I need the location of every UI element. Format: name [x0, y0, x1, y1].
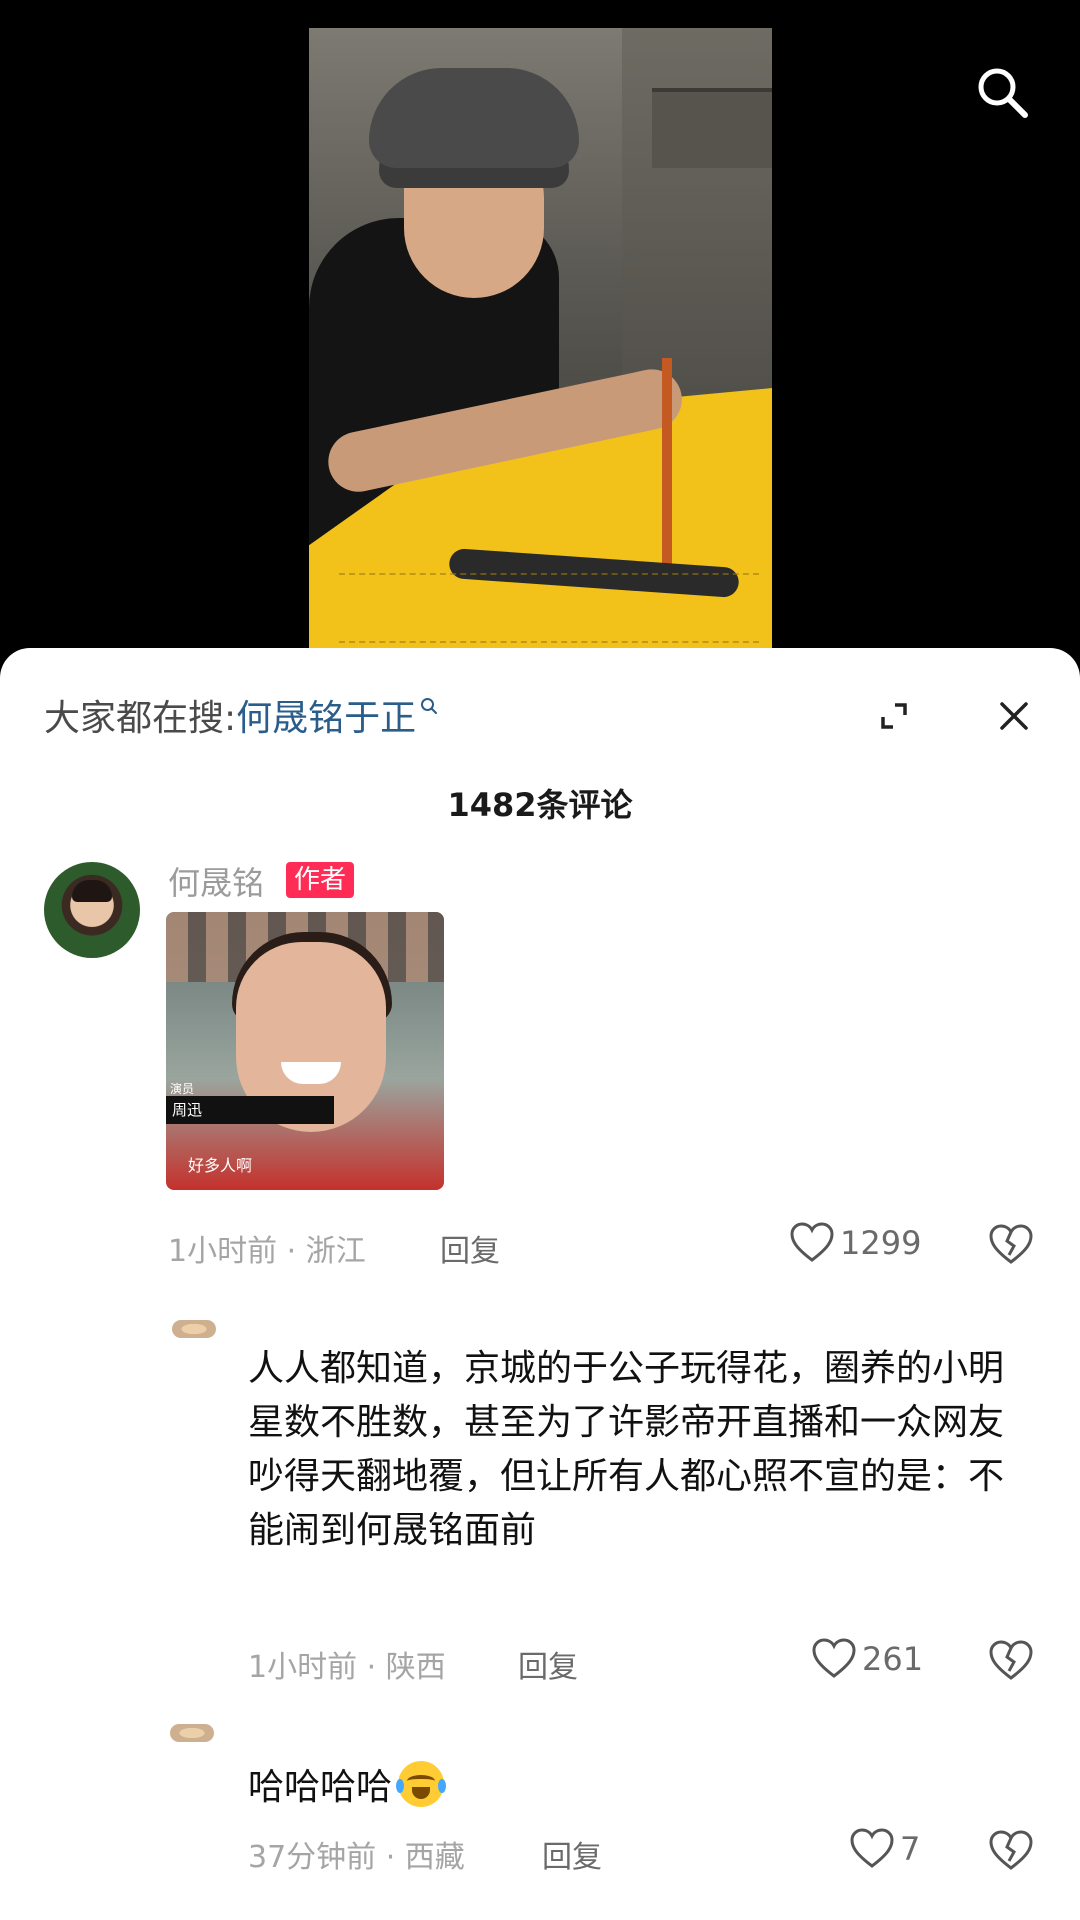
reply-button[interactable]: 回复: [440, 1226, 500, 1270]
comment-count: 1482条评论: [447, 786, 633, 824]
video-person-hat: [369, 68, 579, 168]
app-screen: 大家都在搜: 何晟铭于正 1482条评论 何晟铭 作者 演员 周迅 好多人啊 1…: [0, 0, 1080, 1920]
like-count: 7: [900, 1830, 921, 1868]
small-search-icon: [421, 698, 438, 714]
search-suggestion[interactable]: 大家都在搜: 何晟铭于正: [44, 690, 438, 740]
broken-heart-icon: [989, 1224, 1033, 1264]
broken-heart-icon: [989, 1830, 1033, 1870]
heart-icon: [850, 1828, 894, 1868]
comment-username[interactable]: 何晟铭: [168, 858, 264, 904]
crying-laughing-emoji-icon: [396, 1761, 447, 1807]
dislike-button[interactable]: [988, 1638, 1034, 1684]
avatar[interactable]: [170, 1724, 214, 1742]
comment-meta: 1小时前 · 陕西: [248, 1650, 446, 1685]
reply-button[interactable]: 回复: [542, 1832, 602, 1876]
video-shelf: [652, 88, 772, 168]
comment-text-row: 哈哈哈哈: [248, 1758, 447, 1810]
dislike-button[interactable]: [988, 1828, 1034, 1874]
tear-left: [396, 1779, 405, 1793]
expand-button[interactable]: [870, 692, 918, 740]
video-player[interactable]: [309, 28, 772, 650]
close-icon: [1000, 702, 1028, 730]
heart-icon: [790, 1222, 834, 1262]
suggestion-label: 大家都在搜:: [44, 698, 237, 739]
avatar[interactable]: [44, 862, 140, 958]
comment-image[interactable]: 演员 周迅 好多人啊: [166, 912, 444, 1190]
comment-meta: 37分钟前 · 西藏: [248, 1840, 465, 1875]
image-tag-role: 演员: [170, 1082, 195, 1096]
reply-button[interactable]: 回复: [518, 1642, 578, 1686]
comment-text: 哈哈哈哈: [248, 1767, 393, 1808]
expand-icon: [881, 703, 907, 729]
dislike-button[interactable]: [988, 1222, 1034, 1268]
image-caption: 好多人啊: [188, 1156, 253, 1175]
like-button[interactable]: 1299: [790, 1222, 921, 1264]
comment-text: 人人都知道，京城的于公子玩得花，圈养的小明星数不胜数，甚至为了许影帝开直播和一众…: [248, 1348, 1005, 1551]
video-brush: [662, 358, 672, 578]
video-script-lines: [339, 573, 759, 643]
tear-right: [438, 1779, 447, 1793]
search-button[interactable]: [972, 62, 1032, 122]
like-button[interactable]: 7: [850, 1828, 920, 1870]
avatar[interactable]: [172, 1320, 216, 1338]
like-button[interactable]: 261: [812, 1638, 923, 1680]
broken-heart-icon: [989, 1640, 1033, 1680]
author-badge: 作者: [286, 862, 355, 898]
image-tag-name: 周迅: [166, 1096, 334, 1124]
suggestion-query-link[interactable]: 何晟铭于正: [236, 689, 416, 741]
like-count: 1299: [840, 1224, 922, 1262]
close-button[interactable]: [990, 688, 1038, 744]
comment-meta: 1小时前 · 浙江: [168, 1234, 366, 1269]
like-count: 261: [862, 1640, 924, 1678]
search-icon: [978, 68, 1028, 118]
comments-sheet: 大家都在搜: 何晟铭于正 1482条评论 何晟铭 作者 演员 周迅 好多人啊 1…: [0, 648, 1080, 1920]
heart-icon: [812, 1638, 856, 1678]
